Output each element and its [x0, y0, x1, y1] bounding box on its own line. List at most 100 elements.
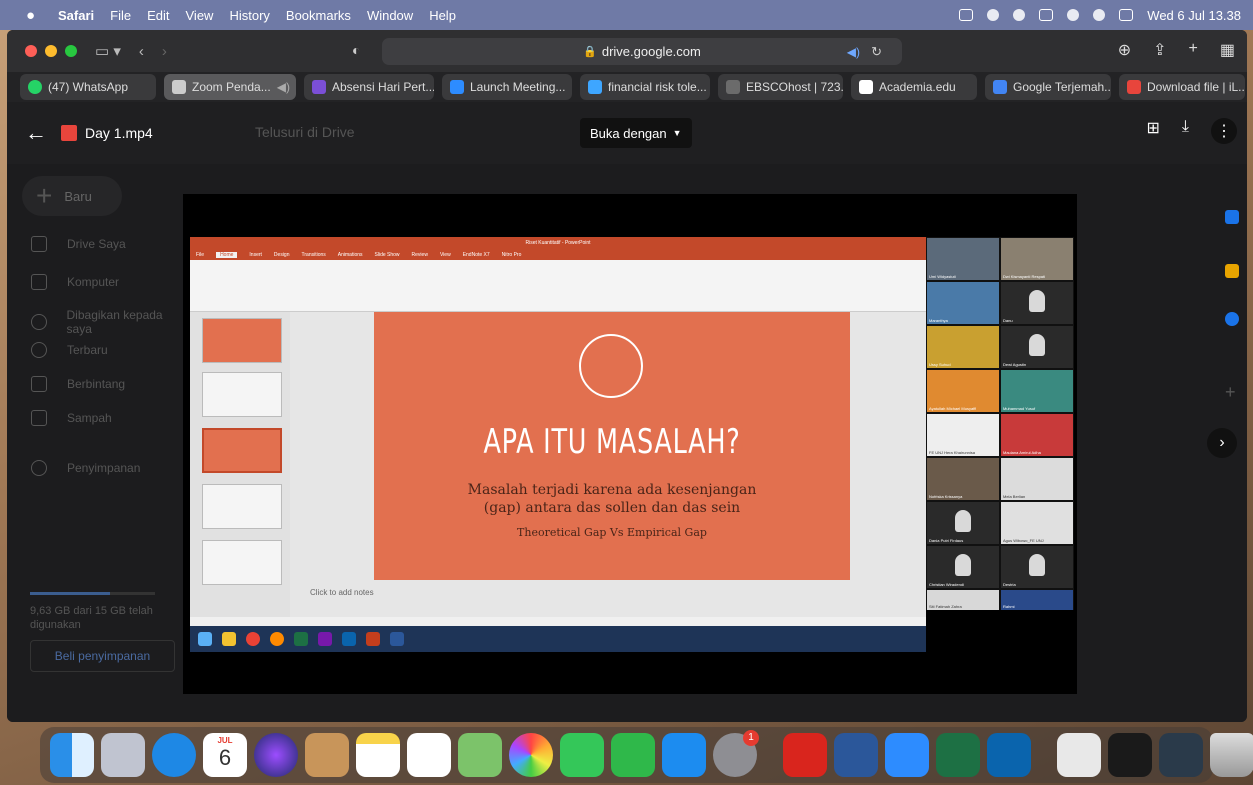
notes-icon[interactable] [356, 733, 400, 777]
acrobat-icon[interactable] [783, 733, 827, 777]
slide-title: APA ITU MASALAH? [483, 422, 741, 462]
downloads-icon[interactable]: ⊕ [1118, 40, 1131, 60]
photos-icon[interactable] [509, 733, 553, 777]
contacts-icon[interactable] [305, 733, 349, 777]
participant-tile: Muhammad Yusuf [1001, 370, 1073, 412]
tab-ilovepdf[interactable]: Download file | iL... [1119, 74, 1245, 100]
tab-google-translate[interactable]: Google Terjemah... [985, 74, 1111, 100]
wifi-icon[interactable] [1067, 9, 1080, 21]
document-stack-icon[interactable] [1057, 733, 1101, 777]
buy-storage-button[interactable]: Beli penyimpanan [30, 640, 175, 672]
nav-label: Terbaru [67, 343, 108, 357]
open-with-button[interactable]: Buka dengan ▼ [580, 118, 692, 148]
slide-thumbnail [202, 428, 282, 473]
menu-app-name[interactable]: Safari [58, 8, 94, 23]
add-addon-icon[interactable]: + [1225, 382, 1236, 403]
address-bar[interactable]: 🔒 drive.google.com ◀︎) ↻ [382, 38, 902, 65]
new-tab-icon[interactable]: + [1189, 40, 1198, 60]
ppt-tab: Review [411, 251, 428, 258]
tab-launch-meeting[interactable]: Launch Meeting... [442, 74, 572, 100]
ppt-tab: Transitions [301, 251, 326, 258]
outlook-taskbar-icon [342, 632, 356, 646]
app-store-icon[interactable] [662, 733, 706, 777]
reminders-icon[interactable] [407, 733, 451, 777]
tab-whatsapp[interactable]: (47) WhatsApp [20, 74, 156, 100]
keep-icon[interactable] [1225, 264, 1239, 278]
menu-view[interactable]: View [186, 8, 214, 23]
speaker-icon[interactable]: ◀︎) [277, 80, 290, 94]
menu-bookmarks[interactable]: Bookmarks [286, 8, 351, 23]
sidebar-toggle-icon[interactable]: ▭ ▾ [95, 42, 121, 60]
minimize-window-button[interactable] [45, 45, 57, 57]
tasks-icon[interactable] [1225, 312, 1239, 326]
search-icon[interactable] [1093, 9, 1106, 21]
apple-icon[interactable]: ● [26, 7, 44, 24]
ppt-tab: Home [216, 251, 238, 258]
nav-label: Sampah [67, 411, 112, 425]
tab-academia[interactable]: Academia.edu [851, 74, 977, 100]
battery-icon[interactable] [1039, 9, 1054, 21]
safari-icon[interactable] [152, 733, 196, 777]
calendar-app-icon[interactable]: JUL 6 [203, 733, 247, 777]
tab-ebscohost[interactable]: EBSCOhost | 723... [718, 74, 843, 100]
nav-recent[interactable]: Terbaru [31, 342, 108, 358]
zoom-window-button[interactable] [65, 45, 77, 57]
forward-icon[interactable]: › [162, 43, 167, 60]
siri-icon[interactable] [254, 733, 298, 777]
add-comment-icon[interactable]: ⊞ [1147, 118, 1160, 144]
notification-badge: 1 [743, 730, 759, 746]
back-icon[interactable]: ‹ [139, 43, 144, 60]
back-arrow-icon[interactable]: ← [25, 120, 47, 146]
new-button[interactable]: + Baru [22, 176, 122, 216]
close-window-button[interactable] [25, 45, 37, 57]
whatsapp-icon [28, 80, 42, 94]
tab-overview-icon[interactable]: ▦ [1220, 40, 1235, 60]
ppt-tab: Design [273, 251, 290, 258]
tab-absensi[interactable]: Absensi Hari Pert... [304, 74, 434, 100]
menubar-clock[interactable]: Wed 6 Jul 13.38 [1147, 8, 1241, 23]
nav-starred[interactable]: Berbintang [31, 376, 125, 392]
tab-financial-risk[interactable]: financial risk tole... [580, 74, 710, 100]
messages-icon[interactable] [560, 733, 604, 777]
more-options-icon[interactable]: ⋮ [1211, 118, 1237, 144]
nav-shared-with-me[interactable]: Dibagikan kepada saya [31, 308, 187, 336]
reload-icon[interactable]: ↻ [871, 44, 882, 60]
word-icon[interactable] [834, 733, 878, 777]
participant-tile: Mela Berlian [1001, 458, 1073, 500]
share-icon[interactable]: ⇪ [1153, 40, 1166, 60]
screen-record-icon[interactable] [959, 9, 974, 21]
minimized-window-icon[interactable] [1108, 733, 1152, 777]
tab-zoom[interactable]: Zoom Penda... ◀︎) [164, 74, 296, 100]
trash-dock-icon[interactable] [1210, 733, 1253, 777]
audio-playing-icon[interactable]: ◀︎) [847, 45, 860, 59]
excel-icon[interactable] [936, 733, 980, 777]
next-file-button[interactable]: › [1207, 428, 1237, 458]
video-player[interactable]: Riset Kuantitatif - PowerPoint File Home… [183, 194, 1077, 694]
menu-help[interactable]: Help [429, 8, 456, 23]
drive-search-input[interactable]: Telusuri di Drive [255, 124, 355, 140]
calendar-icon[interactable] [1225, 210, 1239, 224]
download-icon[interactable]: ⤓ [1182, 118, 1189, 144]
nav-computers[interactable]: Komputer [31, 274, 119, 290]
facetime-icon[interactable] [611, 733, 655, 777]
nav-trash[interactable]: Sampah [31, 410, 112, 426]
outlook-icon[interactable] [987, 733, 1031, 777]
menu-window[interactable]: Window [367, 8, 413, 23]
zoom-status-icon[interactable] [1013, 9, 1026, 21]
nav-my-drive[interactable]: Drive Saya [31, 236, 126, 252]
nav-label: Berbintang [67, 377, 126, 391]
launchpad-icon[interactable] [101, 733, 145, 777]
menu-edit[interactable]: Edit [147, 8, 169, 23]
zoom-app-icon[interactable] [885, 733, 929, 777]
menu-file[interactable]: File [110, 8, 131, 23]
nav-storage[interactable]: Penyimpanan [31, 460, 140, 476]
control-center-icon[interactable] [1119, 9, 1134, 21]
privacy-shield-icon[interactable]: ◐ [352, 42, 360, 58]
finder-icon[interactable] [50, 733, 94, 777]
system-settings-icon[interactable]: 1 [713, 730, 759, 777]
minimized-window-icon[interactable] [1159, 733, 1203, 777]
computer-icon [31, 274, 47, 290]
menu-history[interactable]: History [229, 8, 269, 23]
status-icon[interactable] [987, 9, 1000, 21]
maps-icon[interactable] [458, 733, 502, 777]
